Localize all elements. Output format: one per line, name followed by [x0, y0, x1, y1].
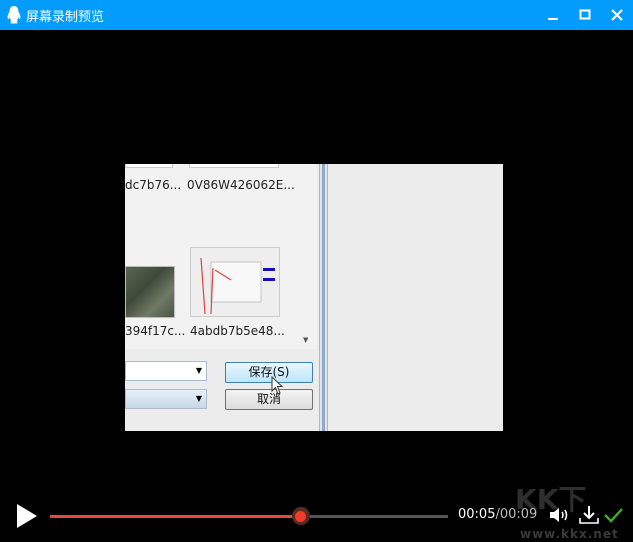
current-time: 00:05: [458, 507, 496, 522]
video-frame: dc7b76... 0V86W426062E... 394f17c... 4ab…: [125, 164, 503, 431]
window-title: 屏幕录制预览: [26, 9, 105, 25]
file-list-panel: dc7b76... 0V86W426062E... 394f17c... 4ab…: [125, 164, 317, 349]
player-controls: 00:05/00:09: [0, 496, 633, 536]
filename-combo: ▼: [125, 361, 207, 381]
download-icon[interactable]: [578, 504, 600, 526]
thumbnail-label: 0V86W426062E...: [187, 178, 295, 192]
thumbnail-label: 4abdb7b5e48...: [190, 324, 285, 338]
thumbnail: [189, 164, 279, 168]
thumbnail-label: 394f17c...: [125, 324, 186, 338]
filetype-combo: ▼: [125, 389, 207, 409]
splitter: [319, 164, 328, 431]
thumbnail-screenshot-image: [190, 247, 280, 317]
scroll-down-icon: ▼: [303, 336, 309, 344]
thumbnail-label: dc7b76...: [125, 178, 182, 192]
thumbnail-satellite-image: [125, 266, 175, 318]
total-time: 00:09: [499, 507, 538, 522]
minimize-button[interactable]: [537, 0, 569, 30]
save-button: 保存(S): [225, 362, 313, 383]
cancel-button: 取消: [225, 389, 313, 410]
qq-penguin-icon: [7, 6, 21, 24]
thumbnail: [125, 164, 173, 168]
progress-handle[interactable]: [291, 507, 310, 525]
maximize-button[interactable]: [569, 0, 601, 30]
confirm-check-icon[interactable]: [602, 504, 624, 526]
progress-slider[interactable]: [50, 507, 448, 525]
time-display: 00:05/00:09: [458, 507, 537, 522]
mouse-cursor-icon: [271, 376, 284, 395]
volume-icon[interactable]: [548, 504, 570, 526]
title-bar: 屏幕录制预览: [0, 0, 633, 30]
progress-fill: [50, 515, 301, 518]
play-button[interactable]: [17, 504, 37, 528]
close-button[interactable]: [601, 0, 633, 30]
